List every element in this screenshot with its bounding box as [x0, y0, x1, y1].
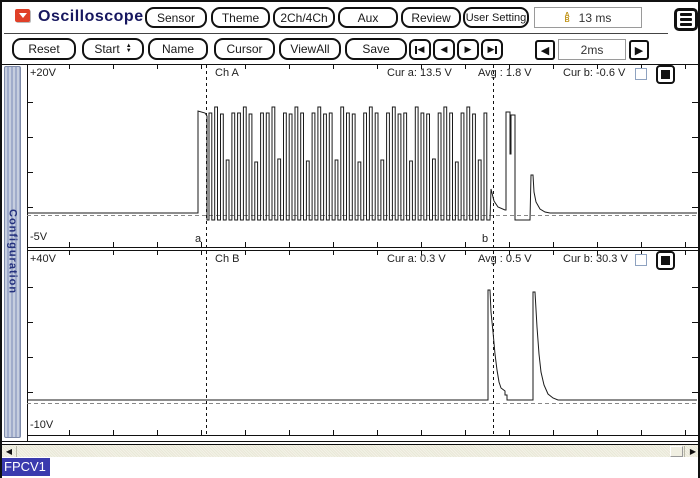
cha-avg-readout: Avg : 1.8 V	[478, 67, 532, 79]
chb-name-label: Ch B	[215, 253, 240, 265]
configuration-tab[interactable]: Configuration	[4, 66, 21, 438]
scrollbar-thumb[interactable]	[670, 446, 683, 457]
chb-avg-readout: Avg : 0.5 V	[478, 253, 532, 265]
chb-vmax-label: +40V	[30, 253, 56, 265]
cha-vmax-label: +20V	[30, 67, 56, 79]
cursor-a-label[interactable]: a	[195, 233, 201, 245]
scroll-left-button[interactable]: ◀	[2, 446, 16, 457]
cursor-b-label[interactable]: b	[482, 233, 488, 245]
scroll-right-button[interactable]: ▶	[686, 446, 698, 457]
cha-cursor-b-readout: Cur b: -0.6 V	[563, 67, 626, 79]
chb-cursor-a-readout: Cur a: 0.3 V	[387, 253, 446, 265]
left-triangle-icon: ◀	[5, 447, 13, 456]
right-triangle-icon: ▶	[689, 447, 697, 456]
oscilloscope-window: Oscilloscope Sensor Theme 2Ch/4Ch Aux Re…	[0, 0, 700, 478]
cha-checkbox[interactable]	[635, 68, 647, 80]
chb-checkbox[interactable]	[635, 254, 647, 266]
chb-cursor-b-readout: Cur b: 30.3 V	[563, 253, 628, 265]
horizontal-scrollbar[interactable]: ◀ ▶	[2, 444, 698, 457]
cha-channel-button[interactable]	[656, 65, 675, 84]
cha-trace	[27, 106, 697, 221]
cha-name-label: Ch A	[215, 67, 239, 79]
file-name-label: FPCV1	[2, 458, 50, 476]
filled-square-icon	[661, 256, 670, 265]
chb-vmin-label: -10V	[30, 419, 54, 431]
filled-square-icon	[661, 70, 670, 79]
cha-cursor-a-readout: Cur a: 13.5 V	[387, 67, 452, 79]
chb-trace	[27, 289, 697, 401]
chb-channel-button[interactable]	[656, 251, 675, 270]
cha-vmin-label: -5V	[30, 231, 48, 243]
